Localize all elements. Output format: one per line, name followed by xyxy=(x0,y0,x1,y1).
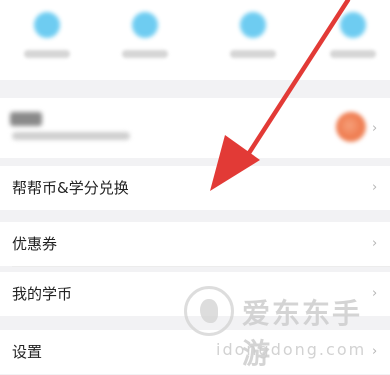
menu-item-exchange[interactable]: 帮帮币&学分兑换 › xyxy=(0,166,390,210)
orange-badge-icon xyxy=(336,112,366,142)
card-title xyxy=(10,112,42,126)
menu-item-exchange-label: 帮帮币&学分兑换 xyxy=(12,179,129,197)
quick-action-1[interactable] xyxy=(8,0,88,80)
chevron-right-icon: › xyxy=(372,286,378,301)
chevron-right-icon: › xyxy=(372,121,378,136)
quick-actions-row xyxy=(0,0,390,80)
quick-action-3[interactable] xyxy=(214,0,294,80)
app-icon-3-icon xyxy=(240,12,266,38)
menu-item-settings-label: 设置 xyxy=(12,343,43,361)
menu-item-coupons[interactable]: 优惠券 › xyxy=(0,222,390,266)
divider xyxy=(12,266,390,267)
quick-action-label-4 xyxy=(330,50,376,58)
menu-item-settings[interactable]: 设置 › xyxy=(0,330,390,374)
app-icon-4-icon xyxy=(340,12,366,38)
chevron-right-icon: › xyxy=(372,180,378,195)
card-subtitle xyxy=(12,132,130,140)
quick-action-2[interactable] xyxy=(106,0,186,80)
blurred-info-card[interactable]: › xyxy=(0,98,390,158)
app-icon-2-icon xyxy=(132,12,158,38)
menu-item-my-coins-label: 我的学币 xyxy=(12,285,73,303)
menu-item-my-coins[interactable]: 我的学币 › xyxy=(0,272,390,316)
menu-item-coupons-label: 优惠券 xyxy=(12,235,58,253)
chevron-right-icon: › xyxy=(372,236,378,251)
quick-action-label-2 xyxy=(122,50,168,58)
quick-action-4[interactable] xyxy=(314,0,390,80)
quick-action-label-1 xyxy=(24,50,70,58)
chevron-right-icon: › xyxy=(372,344,378,359)
quick-action-label-3 xyxy=(230,50,276,58)
app-icon-1-icon xyxy=(34,12,60,38)
